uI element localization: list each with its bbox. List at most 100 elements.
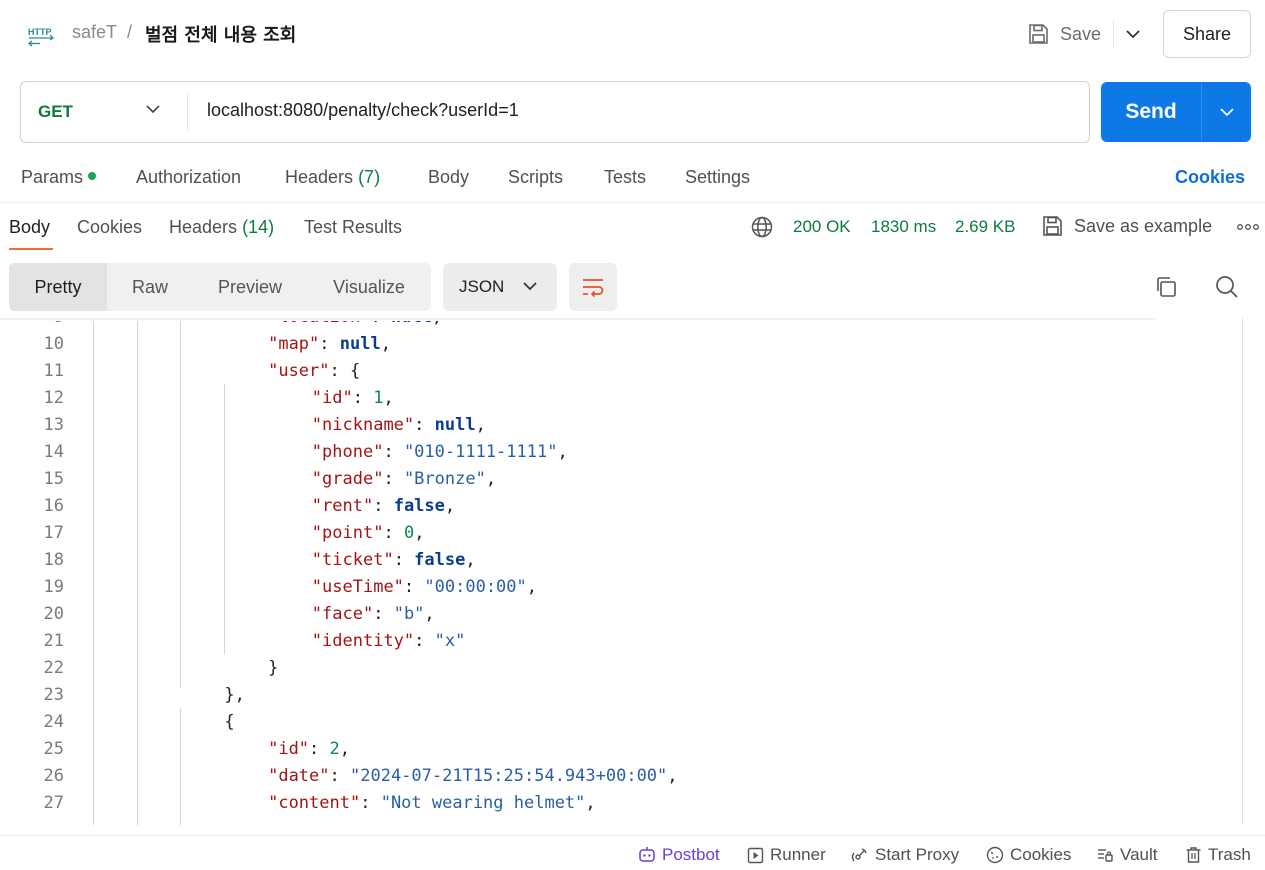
code-text: "nickname": null, <box>312 412 486 439</box>
chevron-down-icon <box>1219 108 1234 117</box>
method-selector[interactable]: GET <box>21 82 187 142</box>
save-options-button[interactable] <box>1113 20 1151 48</box>
cookies-button[interactable]: Cookies <box>986 845 1071 865</box>
tab-headers[interactable]: Headers (7) <box>285 167 380 188</box>
json-punctuation: , <box>383 388 394 408</box>
tab-tests[interactable]: Tests <box>604 167 646 188</box>
code-line: 26 "date": "2024-07-21T15:25:54.943+00:00… <box>0 763 1240 790</box>
line-number: 15 <box>43 469 64 489</box>
line-number: 18 <box>43 550 64 570</box>
code-text: "useTime": "00:00:00", <box>312 574 537 601</box>
tab-scripts[interactable]: Scripts <box>508 167 563 188</box>
code-text: "ticket": false, <box>312 547 476 574</box>
json-separator: : <box>352 388 374 408</box>
json-punctuation: , <box>585 793 596 813</box>
response-tab-test-results[interactable]: Test Results <box>304 217 402 238</box>
postbot-button[interactable]: Postbot <box>638 845 720 865</box>
code-line: 24 { <box>0 709 1240 736</box>
headers-count: (7) <box>358 167 381 187</box>
code-line: 11 "user": { <box>0 358 1240 385</box>
response-tab-headers[interactable]: Headers (14) <box>169 217 274 238</box>
json-punctuation: , <box>339 739 351 759</box>
send-options-button[interactable] <box>1202 107 1251 117</box>
code-text: "user": { <box>268 358 360 385</box>
save-as-example-button[interactable]: Save as example <box>1040 214 1212 238</box>
code-line: 10 "map": null, <box>0 331 1240 358</box>
code-line: 12 "id": 1, <box>0 385 1240 412</box>
view-pretty[interactable]: Pretty <box>9 263 107 311</box>
code-text: "phone": "010-1111-1111", <box>312 439 568 466</box>
runner-button[interactable]: Runner <box>747 845 826 865</box>
wrap-lines-button[interactable] <box>569 263 617 311</box>
breadcrumb-collection[interactable]: safeT <box>72 22 117 43</box>
json-value: "00:00:00" <box>424 577 527 597</box>
line-number: 23 <box>43 685 64 705</box>
response-size[interactable]: 2.69 KB <box>955 217 1016 237</box>
response-time[interactable]: 1830 ms <box>871 217 936 237</box>
breadcrumb-separator: / <box>127 22 133 42</box>
cookie-icon <box>986 846 1004 864</box>
json-value: "Not wearing helmet" <box>380 793 586 813</box>
line-number: 26 <box>43 766 64 786</box>
tab-settings[interactable]: Settings <box>685 167 750 188</box>
save-button[interactable]: Save <box>1026 18 1101 50</box>
code-text: "rent": false, <box>312 493 455 520</box>
view-mode-switcher: Pretty Raw Preview Visualize <box>9 263 431 311</box>
request-name[interactable]: 벌점 전체 내용 조회 <box>145 21 296 47</box>
view-raw[interactable]: Raw <box>107 263 193 311</box>
json-key: "id" <box>268 739 310 759</box>
tab-body[interactable]: Body <box>428 167 469 188</box>
json-value: "b" <box>393 604 425 624</box>
trash-label: Trash <box>1208 845 1251 864</box>
postbot-icon <box>639 847 655 862</box>
cookies-label: Cookies <box>1010 845 1072 864</box>
view-visualize[interactable]: Visualize <box>307 263 431 311</box>
line-number: 12 <box>43 388 64 408</box>
view-preview[interactable]: Preview <box>193 263 307 311</box>
url-divider <box>187 94 188 130</box>
response-body-code[interactable]: 9"location": null,10"map": null,11"user"… <box>0 318 1265 825</box>
format-select[interactable]: JSON <box>443 263 557 311</box>
json-separator: : <box>383 469 404 489</box>
start-proxy-button[interactable]: Start Proxy <box>851 845 959 865</box>
trash-button[interactable]: Trash <box>1185 845 1251 865</box>
code-line: 13 "nickname": null, <box>0 412 1240 439</box>
line-number: 24 <box>43 712 64 732</box>
line-number: 10 <box>43 334 64 354</box>
json-separator: : <box>329 766 350 786</box>
send-button[interactable]: Send <box>1101 82 1251 142</box>
code-line: 25 "id": 2, <box>0 736 1240 763</box>
line-number: 11 <box>43 361 64 381</box>
line-number: 14 <box>43 442 64 462</box>
response-tab-body[interactable]: Body <box>9 217 50 238</box>
more-options-icon[interactable] <box>1237 224 1259 230</box>
code-text: "identity": "x" <box>312 628 466 655</box>
cookies-link[interactable]: Cookies <box>1175 167 1245 188</box>
response-tab-cookies[interactable]: Cookies <box>77 217 142 238</box>
globe-icon[interactable] <box>750 215 774 239</box>
tab-authorization[interactable]: Authorization <box>136 167 241 188</box>
vault-button[interactable]: Vault <box>1096 845 1158 865</box>
json-separator: : <box>360 793 381 813</box>
json-punctuation: { <box>224 712 235 732</box>
line-number: 13 <box>43 415 64 435</box>
tab-params[interactable]: Params <box>21 167 97 188</box>
start-proxy-label: Start Proxy <box>875 845 960 864</box>
vertical-scrollbar-track[interactable] <box>1242 318 1243 825</box>
url-input[interactable]: localhost:8080/penalty/check?userId=1 <box>207 100 519 121</box>
json-punctuation: , <box>475 415 486 435</box>
response-tab-headers-label: Headers <box>169 217 238 237</box>
active-tab-underline <box>9 248 53 250</box>
chevron-down-icon <box>523 282 537 291</box>
copy-icon[interactable] <box>1154 275 1178 299</box>
tab-headers-label: Headers <box>285 167 354 187</box>
json-separator: : <box>383 442 404 462</box>
share-button[interactable]: Share <box>1163 10 1251 58</box>
code-text: }, <box>224 682 244 709</box>
method-label: GET <box>38 102 73 121</box>
format-label: JSON <box>459 277 505 296</box>
search-icon[interactable] <box>1214 274 1240 300</box>
status-code[interactable]: 200 OK <box>793 217 851 237</box>
params-indicator-dot <box>88 172 97 180</box>
json-key: "ticket" <box>311 550 394 570</box>
